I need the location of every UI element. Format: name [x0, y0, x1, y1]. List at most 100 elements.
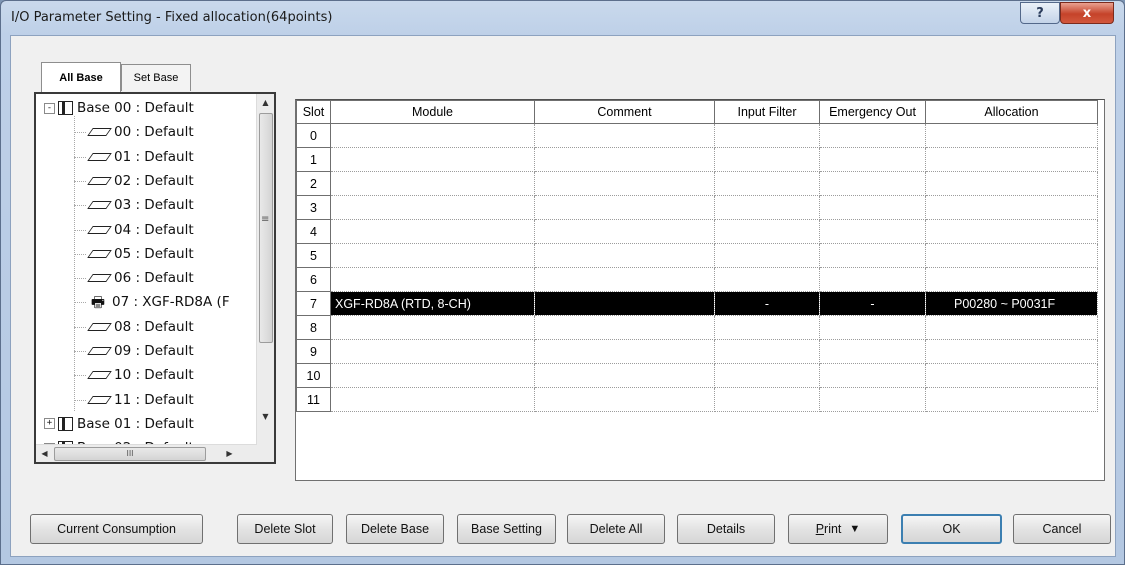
expand-icon[interactable]: + — [44, 418, 55, 430]
cancel-button[interactable]: Cancel — [1013, 514, 1111, 544]
cell-input-filter[interactable] — [714, 339, 820, 364]
tree-item-slot[interactable]: 09 : Default — [74, 339, 194, 363]
cell-emergency-out[interactable] — [819, 243, 926, 268]
close-button[interactable]: x — [1060, 2, 1114, 24]
table-row[interactable]: 1 — [296, 147, 1098, 172]
cell-module[interactable] — [330, 339, 535, 364]
table-row[interactable]: 5 — [296, 243, 1098, 268]
cell-allocation[interactable] — [925, 339, 1098, 364]
help-button[interactable]: ? — [1020, 2, 1060, 24]
cell-comment[interactable] — [534, 363, 715, 388]
details-button[interactable]: Details — [677, 514, 775, 544]
base-setting-button[interactable]: Base Setting — [457, 514, 556, 544]
delete-all-button[interactable]: Delete All — [567, 514, 665, 544]
slot-number-cell[interactable]: 3 — [296, 195, 331, 220]
tree-item-base[interactable]: + Base 01 : Default — [44, 412, 194, 436]
slot-number-cell[interactable]: 2 — [296, 171, 331, 196]
tree-vertical-scrollbar[interactable]: ▲ ≡ ▼ — [256, 94, 274, 445]
cell-emergency-out[interactable] — [819, 195, 926, 220]
scroll-up-arrow-icon[interactable]: ▲ — [257, 94, 274, 111]
cell-emergency-out[interactable] — [819, 219, 926, 244]
cell-module[interactable] — [330, 363, 535, 388]
cell-input-filter[interactable] — [714, 243, 820, 268]
tree-item-slot[interactable]: 04 : Default — [74, 218, 194, 242]
tree-item-slot[interactable]: 01 : Default — [74, 145, 194, 169]
cell-comment[interactable] — [534, 195, 715, 220]
table-row[interactable]: 10 — [296, 363, 1098, 388]
table-row[interactable]: 3 — [296, 195, 1098, 220]
cell-input-filter[interactable] — [714, 147, 820, 172]
vertical-scroll-thumb[interactable]: ≡ — [259, 113, 273, 343]
slot-number-cell[interactable]: 7 — [296, 291, 331, 316]
slot-number-cell[interactable]: 10 — [296, 363, 331, 388]
ok-button[interactable]: OK — [901, 514, 1002, 544]
table-row[interactable]: 11 — [296, 387, 1098, 412]
cell-module[interactable] — [330, 387, 535, 412]
cell-comment[interactable] — [534, 123, 715, 148]
cell-emergency-out[interactable] — [819, 387, 926, 412]
delete-slot-button[interactable]: Delete Slot — [237, 514, 333, 544]
column-header-comment[interactable]: Comment — [534, 100, 715, 124]
table-row[interactable]: 8 — [296, 315, 1098, 340]
column-header-input-filter[interactable]: Input Filter — [714, 100, 820, 124]
tree-item-slot[interactable]: 00 : Default — [74, 120, 194, 144]
cell-input-filter[interactable] — [714, 363, 820, 388]
cell-comment[interactable] — [534, 219, 715, 244]
tree-item-slot[interactable]: 05 : Default — [74, 242, 194, 266]
cell-allocation[interactable] — [925, 219, 1098, 244]
cell-comment[interactable] — [534, 171, 715, 196]
tree-item-base[interactable]: - Base 00 : Default — [44, 96, 194, 120]
cell-input-filter[interactable] — [714, 315, 820, 340]
cell-allocation[interactable] — [925, 171, 1098, 196]
slot-number-cell[interactable]: 9 — [296, 339, 331, 364]
table-row[interactable]: 7 XGF-RD8A (RTD, 8-CH) - - P00280 ~ P0031F — [296, 291, 1098, 316]
cell-module[interactable] — [330, 219, 535, 244]
cell-allocation[interactable] — [925, 243, 1098, 268]
tab-set-base[interactable]: Set Base — [121, 64, 191, 91]
cell-comment[interactable] — [534, 387, 715, 412]
scroll-down-arrow-icon[interactable]: ▼ — [257, 408, 274, 425]
cell-input-filter[interactable] — [714, 219, 820, 244]
slot-number-cell[interactable]: 1 — [296, 147, 331, 172]
cell-input-filter[interactable] — [714, 387, 820, 412]
cell-module[interactable] — [330, 195, 535, 220]
cell-module[interactable] — [330, 315, 535, 340]
scroll-right-arrow-icon[interactable]: ▶ — [221, 445, 238, 462]
cell-input-filter[interactable]: - — [714, 291, 820, 316]
cell-comment[interactable] — [534, 243, 715, 268]
cell-module[interactable]: XGF-RD8A (RTD, 8-CH) — [330, 291, 535, 316]
tab-all-base[interactable]: All Base — [41, 62, 121, 92]
slot-number-cell[interactable]: 0 — [296, 123, 331, 148]
slot-number-cell[interactable]: 8 — [296, 315, 331, 340]
cell-comment[interactable] — [534, 339, 715, 364]
cell-emergency-out[interactable] — [819, 315, 926, 340]
cell-input-filter[interactable] — [714, 267, 820, 292]
tree-item-slot[interactable]: 03 : Default — [74, 193, 194, 217]
column-header-emergency-out[interactable]: Emergency Out — [819, 100, 926, 124]
table-row[interactable]: 2 — [296, 171, 1098, 196]
cell-module[interactable] — [330, 267, 535, 292]
column-header-slot[interactable]: Slot — [296, 100, 331, 124]
cell-emergency-out[interactable] — [819, 147, 926, 172]
cell-module[interactable] — [330, 243, 535, 268]
cell-input-filter[interactable] — [714, 195, 820, 220]
collapse-icon[interactable]: - — [44, 102, 55, 114]
cell-emergency-out[interactable] — [819, 363, 926, 388]
horizontal-scroll-thumb[interactable]: III — [54, 447, 206, 461]
cell-input-filter[interactable] — [714, 171, 820, 196]
current-consumption-button[interactable]: Current Consumption — [30, 514, 203, 544]
tree-horizontal-scrollbar[interactable]: ◀ III ▶ — [36, 444, 257, 462]
cell-emergency-out[interactable] — [819, 267, 926, 292]
delete-base-button[interactable]: Delete Base — [346, 514, 444, 544]
column-header-allocation[interactable]: Allocation — [925, 100, 1098, 124]
tree-item-slot[interactable]: 06 : Default — [74, 266, 194, 290]
print-button[interactable]: Print ▼ — [788, 514, 888, 544]
tree-item-slot[interactable]: 02 : Default — [74, 169, 194, 193]
scroll-left-arrow-icon[interactable]: ◀ — [36, 445, 53, 462]
cell-emergency-out[interactable] — [819, 171, 926, 196]
title-bar[interactable]: I/O Parameter Setting - Fixed allocation… — [1, 1, 1124, 35]
tree-item-slot[interactable]: 08 : Default — [74, 315, 194, 339]
slot-number-cell[interactable]: 4 — [296, 219, 331, 244]
cell-allocation[interactable] — [925, 195, 1098, 220]
table-row[interactable]: 6 — [296, 267, 1098, 292]
